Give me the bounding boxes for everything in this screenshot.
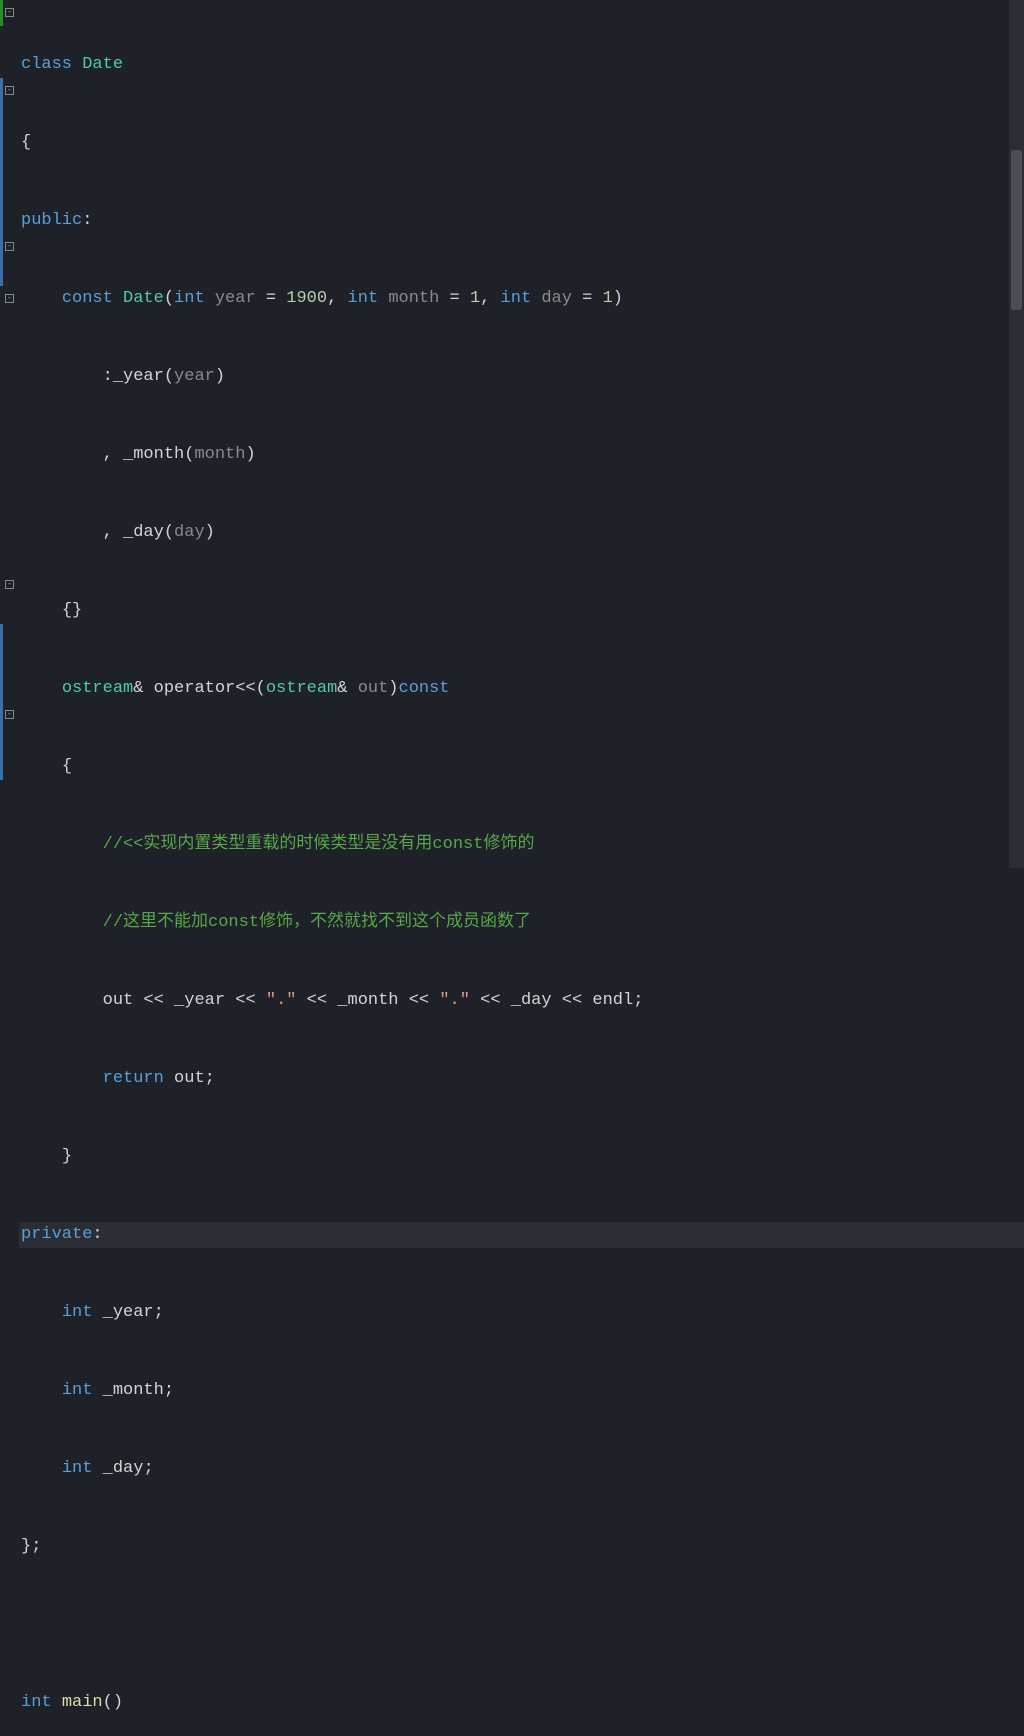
code-line: int _year; bbox=[19, 1300, 1024, 1326]
code-line: int _day; bbox=[19, 1456, 1024, 1482]
scrollbar-thumb[interactable] bbox=[1011, 150, 1022, 310]
code-line: //<<实现内置类型重载的时候类型是没有用const修饰的 bbox=[19, 832, 1024, 858]
code-line: { bbox=[19, 130, 1024, 156]
code-line: const Date(int year = 1900, int month = … bbox=[19, 286, 1024, 312]
code-line: } bbox=[19, 1144, 1024, 1170]
fold-icon[interactable]: - bbox=[5, 710, 14, 719]
change-bar bbox=[0, 0, 3, 26]
code-line: out << _year << "." << _month << "." << … bbox=[19, 988, 1024, 1014]
fold-icon[interactable]: - bbox=[5, 86, 14, 95]
code-line: ostream& operator<<(ostream& out)const bbox=[19, 676, 1024, 702]
code-line: , _day(day) bbox=[19, 520, 1024, 546]
code-line: int main() bbox=[19, 1690, 1024, 1716]
fold-icon[interactable]: - bbox=[5, 242, 14, 251]
gutter: - - - - - - bbox=[0, 0, 15, 868]
code-line: {} bbox=[19, 598, 1024, 624]
code-line: }; bbox=[19, 1534, 1024, 1560]
change-bar bbox=[0, 624, 3, 780]
code-line-highlighted: private: bbox=[19, 1222, 1024, 1248]
code-line: //这里不能加const修饰，不然就找不到这个成员函数了 bbox=[19, 910, 1024, 936]
code-line: , _month(month) bbox=[19, 442, 1024, 468]
fold-icon[interactable]: - bbox=[5, 8, 14, 17]
change-bar bbox=[0, 78, 3, 260]
code-line: class Date bbox=[19, 52, 1024, 78]
code-line bbox=[19, 1612, 1024, 1638]
vertical-scrollbar[interactable] bbox=[1009, 0, 1024, 868]
code-line: { bbox=[19, 754, 1024, 780]
fold-icon[interactable]: - bbox=[5, 294, 14, 303]
code-line: return out; bbox=[19, 1066, 1024, 1092]
code-editor: - - - - - - class Date { public: const D… bbox=[0, 0, 1024, 868]
change-bar bbox=[0, 260, 3, 286]
code-line: :_year(year) bbox=[19, 364, 1024, 390]
code-line: public: bbox=[19, 208, 1024, 234]
fold-icon[interactable]: - bbox=[5, 580, 14, 589]
code-area[interactable]: class Date { public: const Date(int year… bbox=[15, 0, 1024, 868]
code-line: int _month; bbox=[19, 1378, 1024, 1404]
